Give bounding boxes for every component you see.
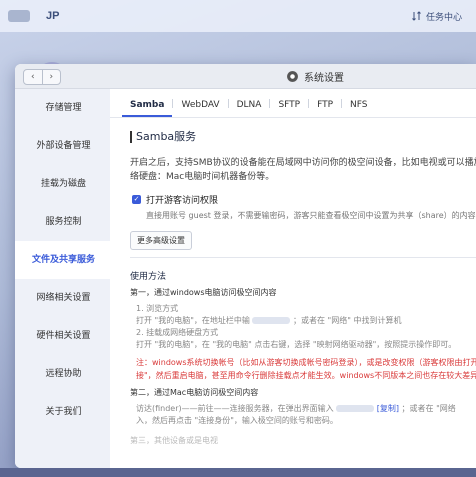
redacted-address — [336, 405, 375, 412]
usage-step2-detail: 访达(finder)——前往——连接服务器，在弹出界面输入 [复制] ；或者在 … — [136, 403, 456, 414]
task-center-label: 任务中心 — [425, 12, 462, 23]
sidebar-item-external-devices[interactable]: 外部设备管理 — [15, 127, 110, 165]
sidebar-item-hardware[interactable]: 硬件相关设置 — [15, 317, 110, 355]
sidebar-item-network[interactable]: 网络相关设置 — [15, 279, 110, 317]
tab-ftp[interactable]: FTP — [309, 100, 341, 117]
settings-gear-icon — [287, 71, 298, 82]
settings-window: ‹ › 系统设置 存储管理 外部设备管理 挂载为磁盘 服务控制 文件及共享服务 … — [15, 64, 476, 468]
usage-step3: 第三，其他设备或是电视 — [130, 436, 218, 445]
settings-sidebar: 存储管理 外部设备管理 挂载为磁盘 服务控制 文件及共享服务 网络相关设置 硬件… — [15, 89, 110, 468]
tab-nfs[interactable]: NFS — [342, 100, 375, 117]
guest-access-toggle[interactable]: ✓ 打开游客访问权限 — [132, 193, 218, 206]
checkbox-checked-icon[interactable]: ✓ — [132, 195, 141, 204]
guest-access-label: 打开游客访问权限 — [146, 196, 219, 206]
sidebar-item-storage[interactable]: 存储管理 — [15, 89, 110, 127]
step2-detail-end: ；或者在 "网络 — [401, 404, 456, 413]
protocol-tabs: Samba WebDAV DLNA SFTP FTP NFS — [110, 89, 476, 118]
window-titlebar: ‹ › 系统设置 — [15, 64, 476, 89]
usage-step1-method2-detail: 打开 "我的电脑"，在 "我的电脑" 点击右键，选择 "映射网络驱动器"，按照提… — [136, 340, 457, 349]
usage-title: 使用方法 — [130, 272, 167, 282]
advanced-settings-button[interactable]: 更多高级设置 — [130, 231, 192, 250]
redacted-address — [252, 317, 291, 324]
window-title: 系统设置 — [304, 73, 344, 84]
topbar-logo[interactable]: JP — [46, 10, 59, 22]
usage-step1-method1-detail: 打开 "我的电脑"，在地址栏中输 ；或者在 "网络" 中找到计算机 — [136, 315, 401, 326]
tab-sftp[interactable]: SFTP — [270, 100, 308, 117]
method1-detail-end: ；或者在 "网络" 中找到计算机 — [293, 316, 402, 325]
copy-link[interactable]: [复制] — [377, 404, 399, 413]
samba-description-line2: 络硬盘：Mac电脑时间机器备份等。 — [130, 172, 275, 182]
sidebar-item-mount-disk[interactable]: 挂载为磁盘 — [15, 165, 110, 203]
guest-access-note: 直接用账号 guest 登录，不需要输密码，游客只能查看极空间中设置为共享（sh… — [146, 211, 476, 220]
sidebar-item-file-sharing[interactable]: 文件及共享服务 — [15, 241, 110, 279]
samba-section-title: Samba服务 — [130, 131, 196, 143]
step2-detail-start: 访达(finder)——前往——连接服务器，在弹出界面输入 — [136, 404, 334, 413]
nav-buttons: ‹ › — [23, 69, 61, 85]
tab-samba[interactable]: Samba — [122, 100, 173, 117]
usage-step1-method1: 1. 浏览方式 — [136, 304, 179, 313]
window-title-group: 系统设置 — [287, 69, 344, 84]
usage-step1: 第一，通过windows电脑访问极空间内容 — [130, 288, 277, 297]
desktop-taskbar — [0, 468, 476, 477]
section-divider — [130, 257, 476, 258]
desktop-topbar: JP 任务中心 — [0, 0, 476, 32]
samba-description: 开启之后，支持SMB协议的设备能在局域网中访问你的极空间设备，比如电视或可以播放… — [130, 156, 476, 184]
usage-warning-line2: 接"，然后重启电脑，甚至用命令行删除挂载点才能生效。windows不同版本之间也… — [136, 371, 476, 380]
app-thumbnail[interactable] — [8, 10, 30, 22]
tab-dlna[interactable]: DLNA — [229, 100, 270, 117]
task-center-button[interactable]: 任务中心 — [412, 10, 476, 23]
back-button[interactable]: ‹ — [24, 70, 43, 84]
settings-content: Samba WebDAV DLNA SFTP FTP NFS Samba服务 开… — [110, 89, 476, 468]
usage-warning-line1: 注：windows系统切换帐号（比如从游客切换成帐号密码登录），或是改变权限（游… — [136, 358, 476, 367]
forward-button[interactable]: › — [43, 70, 61, 84]
sidebar-item-remote-assist[interactable]: 远程协助 — [15, 355, 110, 393]
sidebar-item-about[interactable]: 关于我们 — [15, 393, 110, 431]
topbar-left: JP — [0, 10, 59, 22]
usage-step2-detail-line2: 入，然后再点击 "连接身份"，输入极空间的账号和密码。 — [136, 416, 338, 425]
task-sort-icon — [412, 11, 421, 21]
usage-step1-method2: 2. 挂载成网络硬盘方式 — [136, 328, 219, 337]
method1-detail-start: 打开 "我的电脑"，在地址栏中输 — [136, 316, 250, 325]
samba-description-line1: 开启之后，支持SMB协议的设备能在局域网中访问你的极空间设备，比如电视或可以播放… — [130, 158, 476, 168]
tab-webdav[interactable]: WebDAV — [173, 100, 227, 117]
usage-step2: 第二，通过Mac电脑访问极空间内容 — [130, 388, 259, 397]
sidebar-item-service-control[interactable]: 服务控制 — [15, 203, 110, 241]
